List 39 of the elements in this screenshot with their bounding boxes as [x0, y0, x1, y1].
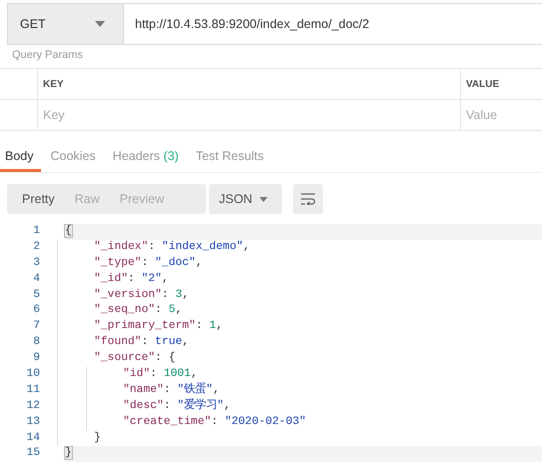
line-number: 14 — [25, 430, 41, 446]
key-field[interactable]: Key — [43, 108, 113, 122]
code-line: "name": "铁蛋", — [122, 382, 220, 398]
code-line: "_id": "2", — [93, 272, 169, 287]
section-title: Query Params — [12, 48, 83, 62]
response-tab[interactable]: Body — [0, 142, 40, 172]
line-number: 4 — [32, 272, 41, 287]
code-line: "_version": 3, — [93, 288, 189, 303]
line-number: 9 — [32, 351, 41, 366]
wrap-button[interactable] — [293, 184, 323, 214]
code-line: "_type": "_doc", — [93, 256, 202, 271]
line-number: 8 — [32, 335, 41, 350]
line-number: 5 — [32, 288, 41, 303]
line-number: 1 — [32, 224, 41, 239]
caret-icon — [259, 196, 268, 202]
line-number: 12 — [25, 398, 41, 414]
code-line: "found": true, — [93, 335, 189, 350]
line-number: 10 — [25, 367, 41, 382]
code-line: "_source": { — [93, 351, 176, 366]
line-number: 7 — [32, 319, 41, 334]
view-mode-tab[interactable]: Pretty — [12, 184, 65, 214]
format-dropdown[interactable]: JSON — [209, 184, 282, 214]
line-number: 15 — [25, 446, 41, 462]
code-line: "create_time": "2020-02-03" — [122, 414, 306, 430]
code-line: "_seq_no": 5, — [93, 303, 182, 318]
line-number: 3 — [32, 256, 41, 271]
line-number: 13 — [25, 414, 41, 430]
line-number: 2 — [32, 240, 41, 255]
column-header: VALUE — [465, 78, 500, 92]
code-line: "desc": "爱学习", — [122, 398, 231, 414]
code-line: "id": 1001, — [122, 367, 198, 382]
code-line: } — [93, 430, 101, 446]
value-field[interactable]: Value — [466, 108, 536, 122]
line-number: 11 — [25, 382, 41, 398]
code-line: "_primary_term": 1, — [93, 319, 223, 334]
column-header: KEY — [38, 69, 461, 99]
code-line: "_index": "index_demo", — [93, 240, 250, 255]
line-number: 6 — [32, 303, 41, 318]
wrap-lines-icon — [300, 193, 316, 205]
